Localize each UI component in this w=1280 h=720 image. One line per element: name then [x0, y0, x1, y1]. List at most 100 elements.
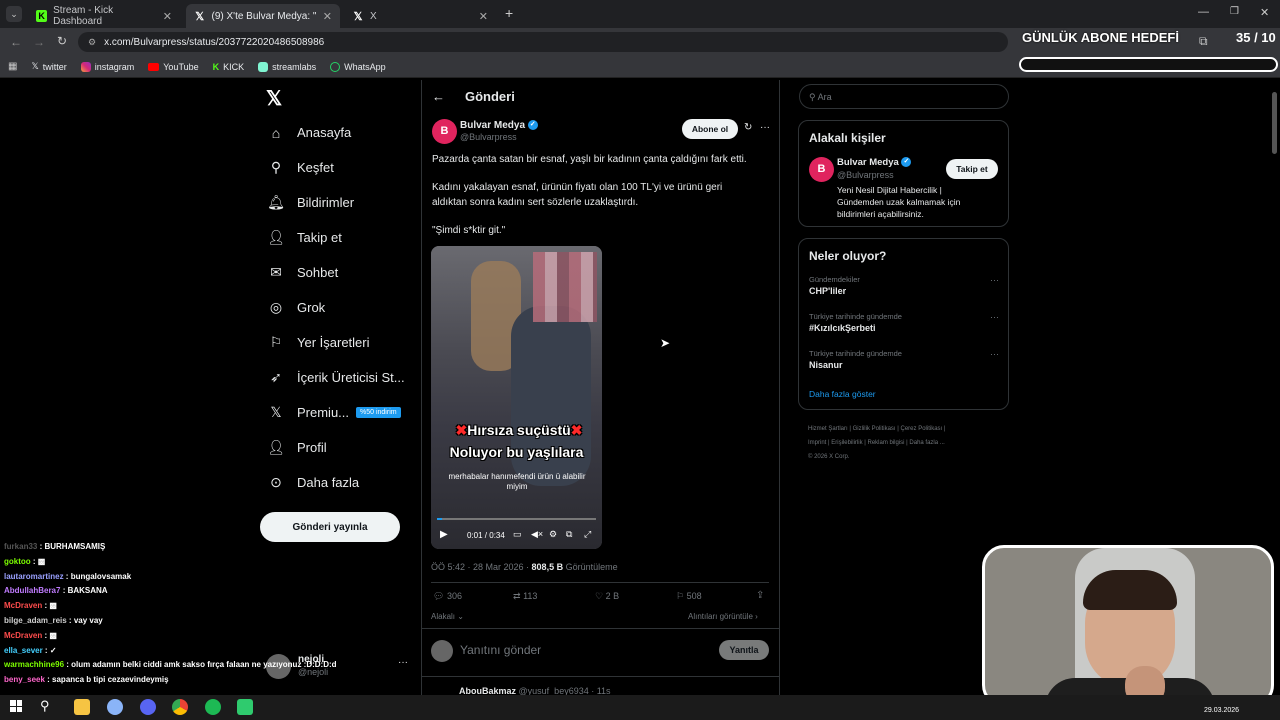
related-handle: @Bulvarpress — [837, 170, 894, 180]
reply-action[interactable]: 💬︎ 306 — [433, 591, 462, 602]
chrome-icon[interactable] — [172, 699, 188, 715]
address-bar[interactable]: ⚙ x.com/Bulvarpress/status/2037722020486… — [78, 32, 1008, 52]
kick-icon: K — [212, 61, 220, 72]
nav-profile[interactable]: 👤︎ Profil — [260, 430, 420, 465]
nav-explore[interactable]: ⚲ Keşfet — [260, 150, 420, 185]
footer-link[interactable]: Çerez Politikası — [901, 426, 943, 432]
windows-start-icon[interactable] — [10, 700, 22, 712]
footer-link[interactable]: Daha fazla ... — [909, 440, 944, 446]
more-icon[interactable]: ··· — [990, 349, 999, 359]
nav-creator-studio[interactable]: ➶ İçerik Üreticisi St... — [260, 360, 420, 395]
reply-input[interactable]: Yanıtını gönder — [460, 643, 541, 657]
chat-message: McDraven : ▩ — [4, 601, 57, 611]
footer-link[interactable]: Gizlilik Politikası — [853, 426, 896, 432]
author-avatar[interactable]: B — [432, 119, 457, 144]
search-icon[interactable]: ⚲ — [40, 698, 50, 714]
bookmark-kick[interactable]: K KICK — [213, 62, 245, 72]
bookmark-youtube[interactable]: YouTube — [148, 62, 199, 72]
author-name[interactable]: Bulvar Medya ✓ — [460, 120, 538, 131]
nav-premium[interactable]: 𝕏 Premiu... %50 indirim — [260, 395, 420, 430]
file-explorer-icon[interactable] — [74, 699, 90, 715]
post-text-2: Kadını yakalayan esnaf, ürünün fiyatı ol… — [432, 182, 723, 208]
footer-link[interactable]: Erişilebilirlik — [831, 440, 862, 446]
bookmark-instagram[interactable]: instagram — [80, 61, 134, 72]
new-tab-button[interactable]: + — [505, 5, 513, 21]
discord-icon[interactable] — [140, 699, 156, 715]
trend-item[interactable]: Türkiye tarihinde gündemde #KızılcıkŞerb… — [809, 312, 999, 333]
restore-button[interactable]: ❐ — [1230, 6, 1239, 17]
tab-kick-dashboard[interactable]: K Stream - Kick Dashboard ✕ — [28, 4, 180, 28]
more-icon[interactable]: ··· — [990, 275, 999, 285]
rocket-icon: ➶ — [270, 369, 282, 385]
x-logo-icon[interactable]: 𝕏 — [266, 86, 282, 111]
obs-icon[interactable] — [237, 699, 253, 715]
share-icon[interactable]: ⇪ — [756, 590, 764, 601]
settings-icon[interactable]: ⚙ — [549, 529, 557, 540]
chat-username: lautaromartinez — [4, 571, 64, 581]
nav-bookmarks[interactable]: ⚐ Yer İşaretleri — [260, 325, 420, 360]
footer-link[interactable]: Reklam bilgisi — [868, 440, 905, 446]
chat-username: furkan33 — [4, 542, 38, 551]
close-icon[interactable]: ✕ — [479, 10, 488, 23]
bookmark-action[interactable]: ⚐ 508 — [676, 591, 702, 602]
spotify-icon[interactable] — [205, 699, 221, 715]
forward-icon[interactable]: → — [33, 35, 45, 49]
grok-icon: ◎ — [269, 299, 283, 315]
related-avatar[interactable]: B — [809, 157, 834, 182]
play-icon[interactable]: ▶ — [440, 529, 448, 540]
video-time: 0:01 / 0:34 — [467, 531, 505, 540]
fullscreen-icon[interactable]: ⤢ — [584, 529, 591, 540]
grok-analyze-icon[interactable]: ↻ — [744, 122, 752, 133]
minimize-button[interactable]: — — [1198, 6, 1209, 18]
related-name[interactable]: Bulvar Medya ✓ — [837, 157, 912, 168]
page-scrollbar[interactable] — [1272, 92, 1277, 154]
bookmark-whatsapp[interactable]: WhatsApp — [330, 61, 386, 72]
windows-taskbar: ⚲ 29.03.2026 — [0, 695, 1280, 720]
search-input[interactable]: ⚲ Ara — [799, 84, 1009, 109]
like-action[interactable]: ♡ 2 B — [595, 591, 619, 602]
chat-username: goktoo — [4, 556, 31, 566]
nav-home[interactable]: ⌂ Anasayfa — [260, 115, 420, 150]
tab-search-button[interactable]: ⌄ — [6, 6, 22, 22]
post-button[interactable]: Gönderi yayınla — [260, 512, 400, 542]
more-icon[interactable]: ··· — [760, 122, 770, 133]
nav-notifications[interactable]: 🔔︎ Bildirimler — [260, 185, 420, 220]
video-player[interactable]: ✖Hırsıza suçüstü✖ Noluyor bu yaşlılara m… — [431, 246, 602, 549]
reload-icon[interactable]: ↻ — [57, 34, 67, 48]
tab-x[interactable]: 𝕏 X ✕ — [344, 4, 496, 28]
footer-link[interactable]: Hizmet Şartları — [808, 426, 848, 432]
back-arrow-icon[interactable]: ← — [432, 89, 445, 104]
video-progress-track[interactable] — [437, 518, 596, 520]
show-more-link[interactable]: Daha fazla göster — [809, 389, 876, 399]
site-info-icon[interactable]: ⚙ — [88, 37, 96, 48]
close-icon[interactable]: ✕ — [323, 10, 332, 23]
back-icon[interactable]: ← — [10, 35, 22, 49]
close-window-button[interactable]: ✕ — [1260, 6, 1269, 19]
nav-more[interactable]: ⊙ Daha fazla — [260, 465, 420, 500]
nav-grok[interactable]: ◎ Grok — [260, 290, 420, 325]
app-icon[interactable] — [107, 699, 123, 715]
x-icon: 𝕏 — [270, 404, 282, 420]
reply-button[interactable]: Yanıtla — [719, 640, 769, 660]
extensions-icon[interactable]: ⧉ — [1199, 34, 1208, 49]
pip-icon[interactable]: ⧉ — [566, 529, 572, 540]
follow-button[interactable]: Takip et — [946, 159, 998, 179]
nav-follow[interactable]: 👤︎ Takip et — [260, 220, 420, 255]
more-icon[interactable]: ··· — [990, 312, 999, 322]
footer-link[interactable]: Imprint — [808, 440, 826, 446]
bookmark-streamlabs[interactable]: streamlabs — [258, 61, 316, 72]
apps-icon[interactable]: ▦ — [8, 61, 17, 72]
tab-bulvar-medya[interactable]: 𝕏 (9) X'te Bulvar Medya: "Pazarda ✕ — [186, 4, 340, 28]
repost-action[interactable]: ⇄ 113 — [513, 591, 537, 602]
mute-icon[interactable]: ◀× — [531, 529, 543, 540]
close-icon[interactable]: ✕ — [163, 10, 172, 23]
relevant-sort[interactable]: Alakalı ⌄ — [431, 612, 464, 621]
trend-item[interactable]: Türkiye tarihinde gündemde Nisanur ··· — [809, 349, 999, 370]
video-caption-line2: Noluyor bu yaşlılara — [449, 444, 584, 460]
bookmark-twitter[interactable]: 𝕏twitter — [31, 61, 66, 72]
nav-chat[interactable]: ✉ Sohbet — [260, 255, 420, 290]
captions-icon[interactable]: ▭ — [513, 529, 522, 540]
subscribe-button[interactable]: Abone ol — [682, 119, 738, 139]
trend-item[interactable]: Gündemdekiler CHP'liler ··· — [809, 275, 999, 296]
view-quotes-link[interactable]: Alıntıları görüntüle › — [688, 612, 758, 621]
